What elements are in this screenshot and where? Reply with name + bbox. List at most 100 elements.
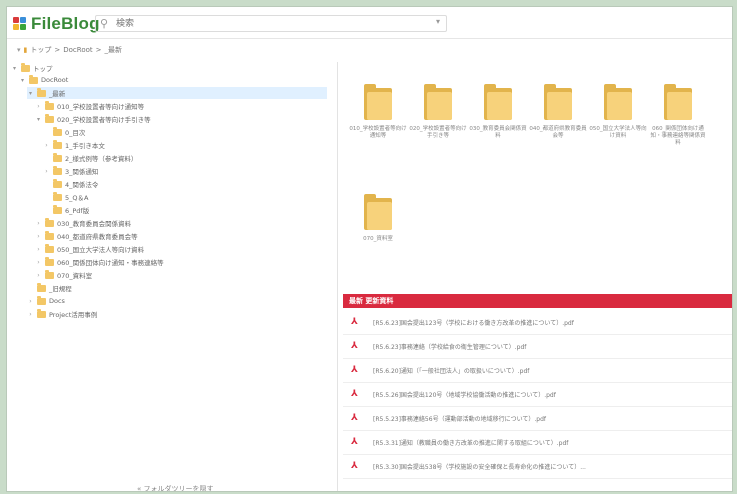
folder-icon: ▮ xyxy=(23,46,28,54)
tree-item-label: DocRoot xyxy=(41,76,69,84)
folder-tile[interactable]: 040_都道府県教育委員会等 xyxy=(529,84,587,140)
update-row[interactable]: ⅄ [R5.5.26]国会提出120号（地域学校協働活動の推進について）.pdf xyxy=(343,383,732,407)
toggle-icon[interactable]: ▾ xyxy=(35,116,42,123)
folder-icon xyxy=(45,243,54,253)
tree-item[interactable]: › Project活用事例 xyxy=(27,308,97,320)
folder-icon xyxy=(544,84,572,120)
toggle-icon[interactable]: › xyxy=(35,233,42,240)
pdf-icon: ⅄ xyxy=(351,317,358,327)
recent-updates-header: 最新 更新資料 xyxy=(343,294,732,308)
toggle-icon[interactable]: › xyxy=(35,103,42,110)
folder-tile[interactable]: 070_資料室 xyxy=(349,194,407,243)
update-row[interactable]: ⅄ [R5.3.31]通知（教職員の働き方改革の推進に関する取組について）.pdf xyxy=(343,431,732,455)
toggle-icon[interactable]: › xyxy=(43,168,50,175)
update-file-link[interactable]: [R5.6.20]通知（「一般社団法人」の取扱いについて）.pdf xyxy=(373,366,732,375)
tree-item-label: 4_関係法令 xyxy=(65,181,99,189)
tree-item[interactable]: › 3_関係通知 xyxy=(43,165,98,177)
tree-item[interactable]: › 060_関係団体向け通知・事務連絡等 xyxy=(35,256,164,268)
tree-item[interactable]: 2_様式例等（参考資料） xyxy=(43,152,137,164)
app-name: FileBlog xyxy=(31,14,100,33)
folder-tree-sidebar: ▾ トップ ▾ DocRoot ▾ _最新 › 010_学校設置者等向け通知等 ▾ 020… xyxy=(7,62,338,491)
tree-item[interactable]: 5_Q＆A xyxy=(43,191,88,203)
update-file-link[interactable]: [R5.6.23]国会提出123号（学校における働き方改革の推進について）.pd… xyxy=(373,318,732,327)
folder-tile[interactable]: 050_国立大学法人等向け資料 xyxy=(589,84,647,140)
toggle-icon[interactable]: ▾ xyxy=(19,77,26,84)
tree-item-label: 3_関係通知 xyxy=(65,168,99,176)
update-file-link[interactable]: [R5.3.30]国会提出538号（学校施設の安全確保と長寿命化の推進について）… xyxy=(373,462,732,471)
tree-item-label: 020_学校設置者等向け手引き等 xyxy=(57,116,151,124)
tree-item[interactable]: 4_関係法令 xyxy=(43,178,98,190)
folder-icon xyxy=(53,178,62,188)
folder-icon xyxy=(29,74,38,84)
tree-item[interactable]: 6_Pdf版 xyxy=(43,204,89,216)
folder-tile[interactable]: 020_学校設置者等向け手引き等 xyxy=(409,84,467,140)
toggle-icon[interactable]: › xyxy=(43,142,50,149)
folder-tile[interactable]: 010_学校設置者等向け通知等 xyxy=(349,84,407,140)
update-row[interactable]: ⅄ [R5.5.23]事務連絡56号（運動部活動の地域移行について）.pdf xyxy=(343,407,732,431)
update-file-link[interactable]: [R5.3.31]通知（教職員の働き方改革の推進に関する取組について）.pdf xyxy=(373,438,732,447)
tree-item[interactable]: ▾ トップ xyxy=(11,62,53,74)
update-row[interactable]: ⅄ [R5.3.30]国会提出538号（学校施設の安全確保と長寿命化の推進について… xyxy=(343,455,732,479)
folder-icon xyxy=(53,126,62,136)
pdf-icon: ⅄ xyxy=(351,461,358,471)
breadcrumb-root[interactable]: トップ xyxy=(30,45,51,55)
folder-icon xyxy=(53,204,62,214)
folder-tile-label: 050_国立大学法人等向け資料 xyxy=(589,126,647,139)
pdf-icon: ⅄ xyxy=(351,389,358,399)
hide-folder-tree-link[interactable]: « フォルダツリーを隠す xyxy=(137,484,214,491)
toggle-icon[interactable]: › xyxy=(27,311,34,318)
folder-icon xyxy=(45,113,54,123)
toggle-icon[interactable]: ▾ xyxy=(27,90,34,97)
tree-item-selected[interactable]: ▾ _最新 xyxy=(27,87,327,99)
toggle-icon[interactable]: ▾ xyxy=(11,65,18,72)
update-row[interactable]: ⅄ [R5.6.23]国会提出123号（学校における働き方改革の推進について）.p… xyxy=(343,311,732,335)
tree-item-label: 0_目次 xyxy=(65,129,86,137)
folder-icon xyxy=(53,139,62,149)
folder-icon xyxy=(364,194,392,230)
update-row[interactable]: ⅄ [R5.6.23]事務連絡（学校給食の衛生管理について）.pdf xyxy=(343,335,732,359)
toggle-icon[interactable]: › xyxy=(35,246,42,253)
tree-item[interactable]: › 040_都道府県教育委員会等 xyxy=(35,230,138,242)
tree-item[interactable]: › Docs xyxy=(27,295,65,307)
toggle-icon[interactable]: › xyxy=(35,272,42,279)
folder-tile-label: 030_教育委員会関係資料 xyxy=(469,126,527,139)
tree-item-label: Project活用事例 xyxy=(49,311,98,319)
folder-icon xyxy=(21,62,30,72)
search-box[interactable]: ⚲ ▾ xyxy=(95,15,447,32)
folder-tile[interactable]: 060_関係団体向け通知・事務連絡等関係資料 xyxy=(649,84,707,147)
tree-item[interactable]: ▾ DocRoot xyxy=(19,74,68,86)
breadcrumb-item-docroot[interactable]: DocRoot xyxy=(63,46,92,54)
folder-tile[interactable]: 030_教育委員会関係資料 xyxy=(469,84,527,140)
folder-icon xyxy=(604,84,632,120)
folder-icon xyxy=(53,152,62,162)
update-file-link[interactable]: [R5.5.23]事務連絡56号（運動部活動の地域移行について）.pdf xyxy=(373,414,732,423)
tree-item-label: _最新 xyxy=(49,90,66,98)
folder-icon xyxy=(37,87,46,97)
app-logo[interactable]: FileBlog xyxy=(13,14,100,34)
tree-item[interactable]: › 070_資料室 xyxy=(35,269,92,281)
tree-item[interactable]: › 1_手引き本文 xyxy=(43,139,105,151)
folder-tile-label: 020_学校設置者等向け手引き等 xyxy=(409,126,467,139)
chevron-down-icon[interactable]: ▾ xyxy=(436,17,440,26)
search-input[interactable] xyxy=(116,17,416,30)
tree-item-label: 030_教育委員会関係資料 xyxy=(57,220,132,228)
update-row[interactable]: ⅄ [R5.6.20]通知（「一般社団法人」の取扱いについて）.pdf xyxy=(343,359,732,383)
update-file-link[interactable]: [R5.5.26]国会提出120号（地域学校協働活動の推進について）.pdf xyxy=(373,390,732,399)
toggle-icon[interactable]: › xyxy=(35,220,42,227)
search-icon: ⚲ xyxy=(100,17,109,30)
collapse-icon[interactable]: ▾ xyxy=(17,46,21,54)
tree-item[interactable]: › 010_学校設置者等向け通知等 xyxy=(35,100,144,112)
toggle-icon[interactable]: › xyxy=(27,298,34,305)
tree-item[interactable]: › 030_教育委員会関係資料 xyxy=(35,217,131,229)
folder-icon xyxy=(37,308,46,318)
tree-item[interactable]: _旧規程 xyxy=(27,282,72,294)
toggle-icon[interactable]: › xyxy=(35,259,42,266)
breadcrumb-separator: > xyxy=(95,46,102,54)
folder-icon xyxy=(664,84,692,120)
tree-item[interactable]: 0_目次 xyxy=(43,126,85,138)
update-file-link[interactable]: [R5.6.23]事務連絡（学校給食の衛生管理について）.pdf xyxy=(373,342,732,351)
tree-item[interactable]: › 050_国立大学法人等向け資料 xyxy=(35,243,144,255)
tree-item[interactable]: ▾ 020_学校設置者等向け手引き等 xyxy=(35,113,151,125)
folder-tile-label: 070_資料室 xyxy=(363,236,393,242)
folder-icon xyxy=(45,230,54,240)
